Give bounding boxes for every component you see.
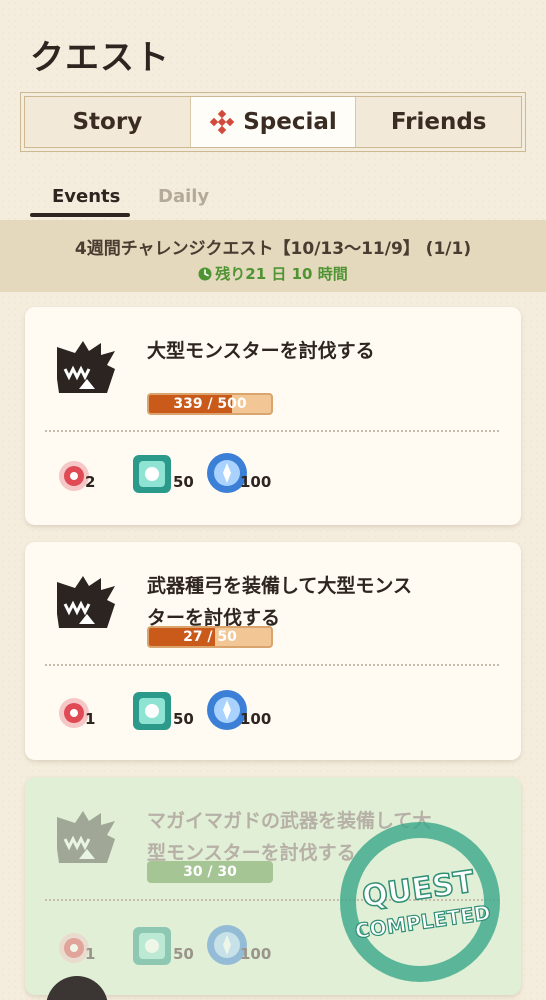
- tab-special[interactable]: Special: [190, 97, 357, 147]
- progress-text: 30 / 30: [183, 864, 237, 880]
- progress-bar: 30 / 30: [147, 861, 273, 883]
- tab-story-label: Story: [72, 109, 143, 135]
- monster-icon: [57, 811, 115, 863]
- reward-count-orb: 100: [240, 473, 272, 491]
- tab-friends[interactable]: Friends: [356, 97, 521, 147]
- time-left: 残り21 日 10 時間: [215, 265, 348, 283]
- quest-card[interactable]: 大型モンスターを討伐する 339 / 500 2 50 100: [25, 307, 521, 525]
- progress-bar: 339 / 500: [147, 393, 273, 415]
- event-timer: 残り21 日 10 時間: [0, 263, 546, 284]
- tab-story[interactable]: Story: [25, 97, 191, 147]
- quest-completed-stamp: QUEST COMPLETED: [340, 822, 500, 982]
- quest-card[interactable]: 武器種弓を装備して大型モンス ターを討伐する 27 / 50 1 50 100: [25, 542, 521, 760]
- quest-title: 武器種弓を装備して大型モンス ターを討伐する: [147, 575, 413, 629]
- reward-count-item: 2: [85, 473, 96, 491]
- subtab-events[interactable]: Events: [52, 186, 120, 207]
- reward-count-gem: 50: [173, 945, 194, 963]
- reward-count-orb: 100: [240, 710, 272, 728]
- category-tabs: Story Special Friends: [20, 92, 526, 152]
- progress-text: 27 / 50: [183, 629, 237, 645]
- progress-bar: 27 / 50: [147, 626, 273, 648]
- subtab-daily[interactable]: Daily: [158, 186, 209, 207]
- clock-icon: [198, 267, 212, 280]
- special-diamond-icon: [209, 109, 235, 135]
- reward-count-gem: 50: [173, 710, 194, 728]
- reward-count-item: 1: [85, 710, 96, 728]
- green-gem-icon: [133, 692, 171, 730]
- progress-text: 339 / 500: [173, 396, 247, 412]
- active-subtab-indicator: [30, 213, 130, 217]
- reward-count-gem: 50: [173, 473, 194, 491]
- divider: [45, 664, 499, 666]
- monster-icon: [57, 341, 115, 393]
- reward-list: 2 50 100: [25, 453, 521, 505]
- quest-card-completed[interactable]: マガイマガドの武器を装備して大 型モンスターを討伐する 30 / 30 1 50 …: [25, 777, 521, 995]
- green-gem-icon: [133, 927, 171, 965]
- tab-special-label: Special: [243, 109, 337, 135]
- monster-icon: [57, 576, 115, 628]
- reward-count-orb: 100: [240, 945, 272, 963]
- reward-count-item: 1: [85, 945, 96, 963]
- quest-title: 大型モンスターを討伐する: [147, 340, 375, 362]
- subtabs: Events Daily: [0, 180, 546, 220]
- page-title: クエスト: [30, 38, 170, 78]
- event-title: 4週間チャレンジクエスト【10/13〜11/9】 (1/1): [74, 239, 472, 259]
- reward-list: 1 50 100: [25, 690, 521, 742]
- green-gem-icon: [133, 455, 171, 493]
- event-banner: 4週間チャレンジクエスト【10/13〜11/9】 (1/1) 残り21 日 10…: [0, 220, 546, 292]
- tab-friends-label: Friends: [390, 109, 487, 135]
- divider: [45, 430, 499, 432]
